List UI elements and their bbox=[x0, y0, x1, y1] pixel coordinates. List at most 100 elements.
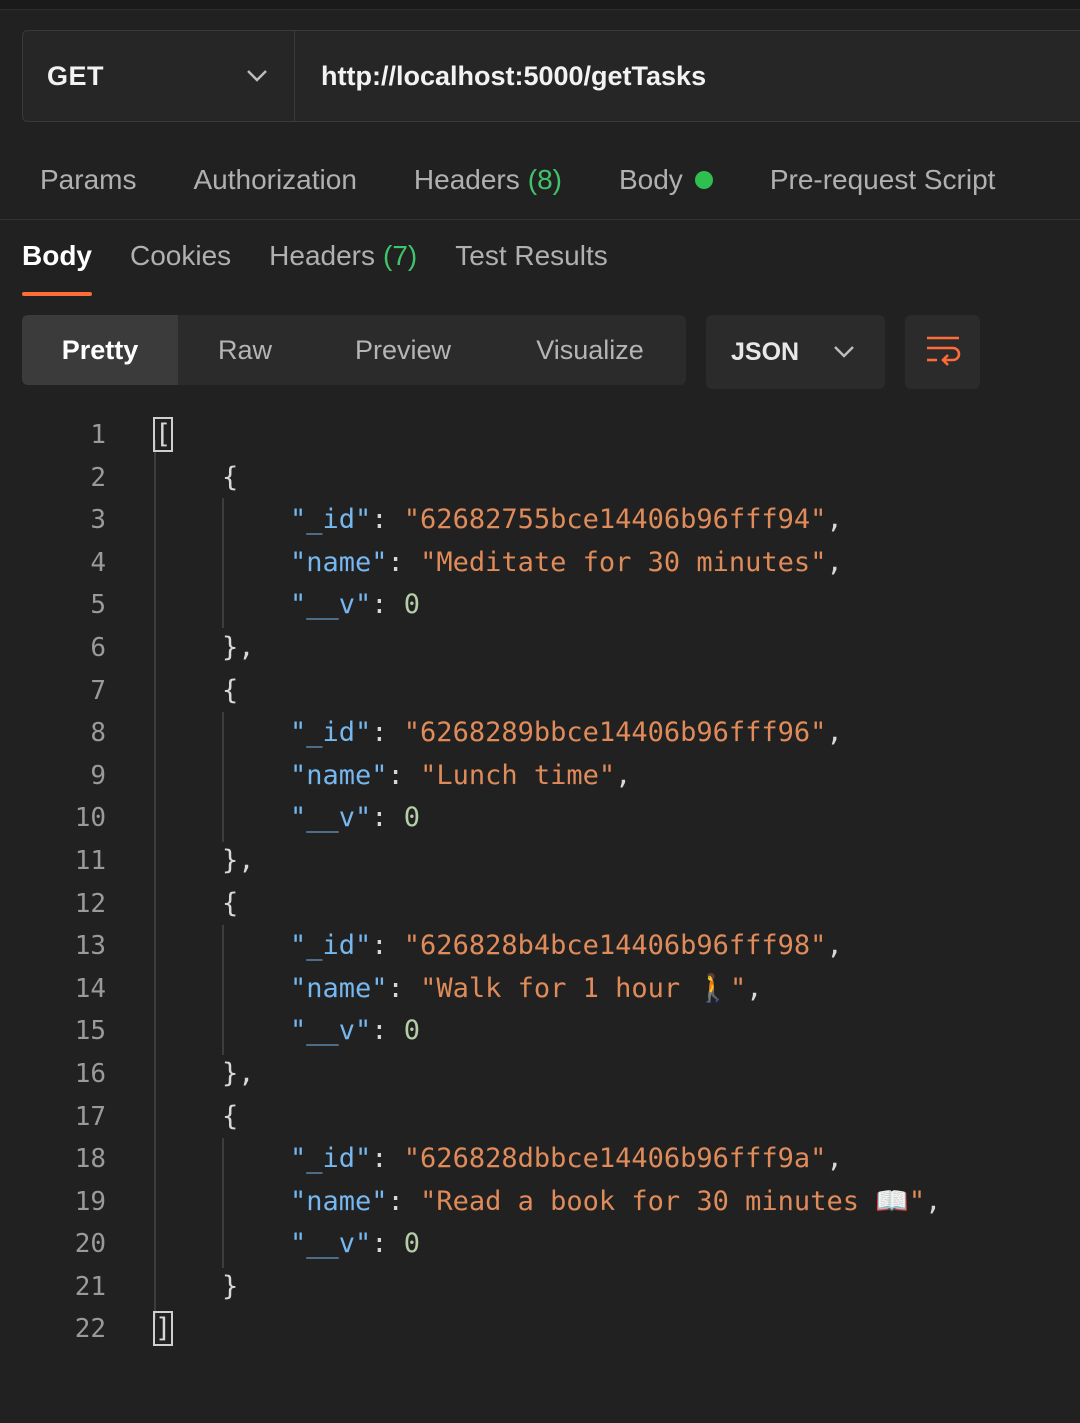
json-key: "__v" bbox=[290, 589, 372, 621]
code-line: 17{ bbox=[0, 1096, 1080, 1139]
headers-count: (7) bbox=[383, 240, 418, 271]
view-preview-button[interactable]: Preview bbox=[312, 315, 494, 385]
code-line: 21} bbox=[0, 1266, 1080, 1309]
json-number: 0 bbox=[403, 589, 421, 621]
window-top-strip bbox=[0, 0, 1080, 10]
line-number: 10 bbox=[74, 803, 106, 834]
line-number: 1 bbox=[90, 420, 106, 450]
code-line: 9 "name": "Lunch time", bbox=[0, 755, 1080, 798]
code-line: 5 "__v": 0 bbox=[0, 584, 1080, 627]
line-number: 17 bbox=[74, 1101, 106, 1132]
line-number: 4 bbox=[90, 547, 106, 578]
line-number: 13 bbox=[74, 931, 106, 962]
json-number: 0 bbox=[403, 1015, 421, 1047]
request-tabs: Params Authorization Headers (8) Body Pre… bbox=[0, 140, 1080, 220]
response-tab-test-results[interactable]: Test Results bbox=[455, 230, 608, 296]
tab-pre-request-script[interactable]: Pre-request Script bbox=[770, 164, 996, 196]
json-key: "_id" bbox=[290, 930, 372, 962]
close-bracket: ] bbox=[152, 1311, 174, 1347]
code-line: 20 "__v": 0 bbox=[0, 1223, 1080, 1266]
code-line: 4 "name": "Meditate for 30 minutes", bbox=[0, 542, 1080, 585]
line-number: 5 bbox=[90, 590, 106, 621]
line-number: 9 bbox=[90, 760, 106, 791]
response-tab-headers[interactable]: Headers (7) bbox=[269, 230, 417, 296]
line-number: 3 bbox=[90, 505, 106, 536]
tab-label: Body bbox=[22, 240, 92, 271]
view-pretty-button[interactable]: Pretty bbox=[22, 315, 178, 385]
json-string: "Walk for 1 hour 🚶" bbox=[420, 972, 747, 1004]
code-line: 15 "__v": 0 bbox=[0, 1010, 1080, 1053]
json-key: "__v" bbox=[290, 1015, 372, 1047]
code-line: 22] bbox=[0, 1308, 1080, 1351]
tab-label: Headers bbox=[269, 240, 376, 271]
line-number: 8 bbox=[90, 718, 106, 749]
line-number: 21 bbox=[74, 1271, 106, 1302]
tab-headers[interactable]: Headers (8) bbox=[414, 164, 562, 196]
wrap-lines-button[interactable] bbox=[905, 315, 980, 389]
chevron-down-icon bbox=[246, 69, 268, 83]
tab-label: Params bbox=[40, 163, 137, 195]
tab-label: Authorization bbox=[193, 163, 357, 195]
json-key: "name" bbox=[290, 546, 388, 578]
format-select[interactable]: JSON bbox=[706, 315, 885, 389]
code-line: 14 "name": "Walk for 1 hour 🚶", bbox=[0, 968, 1080, 1011]
response-tab-cookies[interactable]: Cookies bbox=[130, 230, 231, 296]
line-number: 18 bbox=[74, 1144, 106, 1175]
json-string: "626828dbbce14406b96fff9a" bbox=[403, 1143, 827, 1175]
json-key: "name" bbox=[290, 1185, 388, 1217]
code-line: 6}, bbox=[0, 627, 1080, 670]
code-line: 3 "_id": "62682755bce14406b96fff94", bbox=[0, 499, 1080, 542]
line-number: 12 bbox=[74, 888, 106, 919]
line-number: 2 bbox=[90, 462, 106, 493]
json-string: "626828b4bce14406b96fff98" bbox=[403, 930, 827, 962]
json-number: 0 bbox=[403, 802, 421, 834]
code-line: 13 "_id": "626828b4bce14406b96fff98", bbox=[0, 925, 1080, 968]
tab-label: Headers bbox=[413, 163, 520, 195]
tab-label: Cookies bbox=[130, 240, 232, 271]
code-line: 2{ bbox=[0, 457, 1080, 500]
line-number: 15 bbox=[74, 1016, 106, 1047]
code-line: 7{ bbox=[0, 670, 1080, 713]
tab-label: Test Results bbox=[455, 240, 608, 271]
line-number: 7 bbox=[90, 675, 106, 706]
code-line: 16}, bbox=[0, 1053, 1080, 1096]
code-line: 19 "name": "Read a book for 30 minutes 📖"… bbox=[0, 1181, 1080, 1224]
code-line: 1[ bbox=[0, 414, 1080, 457]
code-line: 10 "__v": 0 bbox=[0, 797, 1080, 840]
method-select[interactable]: GET bbox=[23, 31, 295, 121]
json-string: "Lunch time" bbox=[420, 759, 616, 791]
json-key: "_id" bbox=[290, 504, 372, 536]
json-string: "6268289bbce14406b96fff96" bbox=[403, 717, 827, 749]
json-key: "name" bbox=[290, 972, 388, 1004]
line-number: 19 bbox=[74, 1186, 106, 1217]
tab-label: Pre-request Script bbox=[769, 163, 996, 195]
json-key: "__v" bbox=[290, 802, 372, 834]
code-line: 18 "_id": "626828dbbce14406b96fff9a", bbox=[0, 1138, 1080, 1181]
method-label: GET bbox=[47, 60, 105, 91]
tab-params[interactable]: Params bbox=[40, 164, 136, 196]
json-string: "Meditate for 30 minutes" bbox=[420, 546, 827, 578]
tab-authorization[interactable]: Authorization bbox=[193, 164, 356, 196]
format-label: JSON bbox=[731, 337, 800, 366]
view-visualize-button[interactable]: Visualize bbox=[494, 315, 686, 385]
line-number: 22 bbox=[74, 1314, 106, 1345]
response-tab-body[interactable]: Body bbox=[22, 230, 92, 296]
line-number: 20 bbox=[74, 1229, 106, 1260]
wrap-lines-icon bbox=[924, 333, 962, 372]
json-number: 0 bbox=[403, 1228, 421, 1260]
tab-label: Body bbox=[618, 163, 683, 195]
request-bar: GET http://localhost:5000/getTasks bbox=[22, 30, 1080, 122]
json-key: "_id" bbox=[290, 717, 372, 749]
json-string: "Read a book for 30 minutes 📖" bbox=[420, 1185, 926, 1217]
code-line: 8 "_id": "6268289bbce14406b96fff96", bbox=[0, 712, 1080, 755]
view-raw-button[interactable]: Raw bbox=[178, 315, 312, 385]
code-line: 11}, bbox=[0, 840, 1080, 883]
open-bracket: [ bbox=[152, 417, 174, 452]
tab-body[interactable]: Body bbox=[619, 164, 713, 196]
response-body-code[interactable]: 1[ 2{ 3 "_id": "62682755bce14406b96fff94"… bbox=[0, 414, 1080, 1374]
json-key: "_id" bbox=[290, 1143, 372, 1175]
line-number: 6 bbox=[90, 632, 106, 663]
url-input[interactable]: http://localhost:5000/getTasks bbox=[295, 31, 1080, 121]
chevron-down-icon bbox=[833, 345, 855, 359]
headers-count: (8) bbox=[527, 163, 562, 195]
